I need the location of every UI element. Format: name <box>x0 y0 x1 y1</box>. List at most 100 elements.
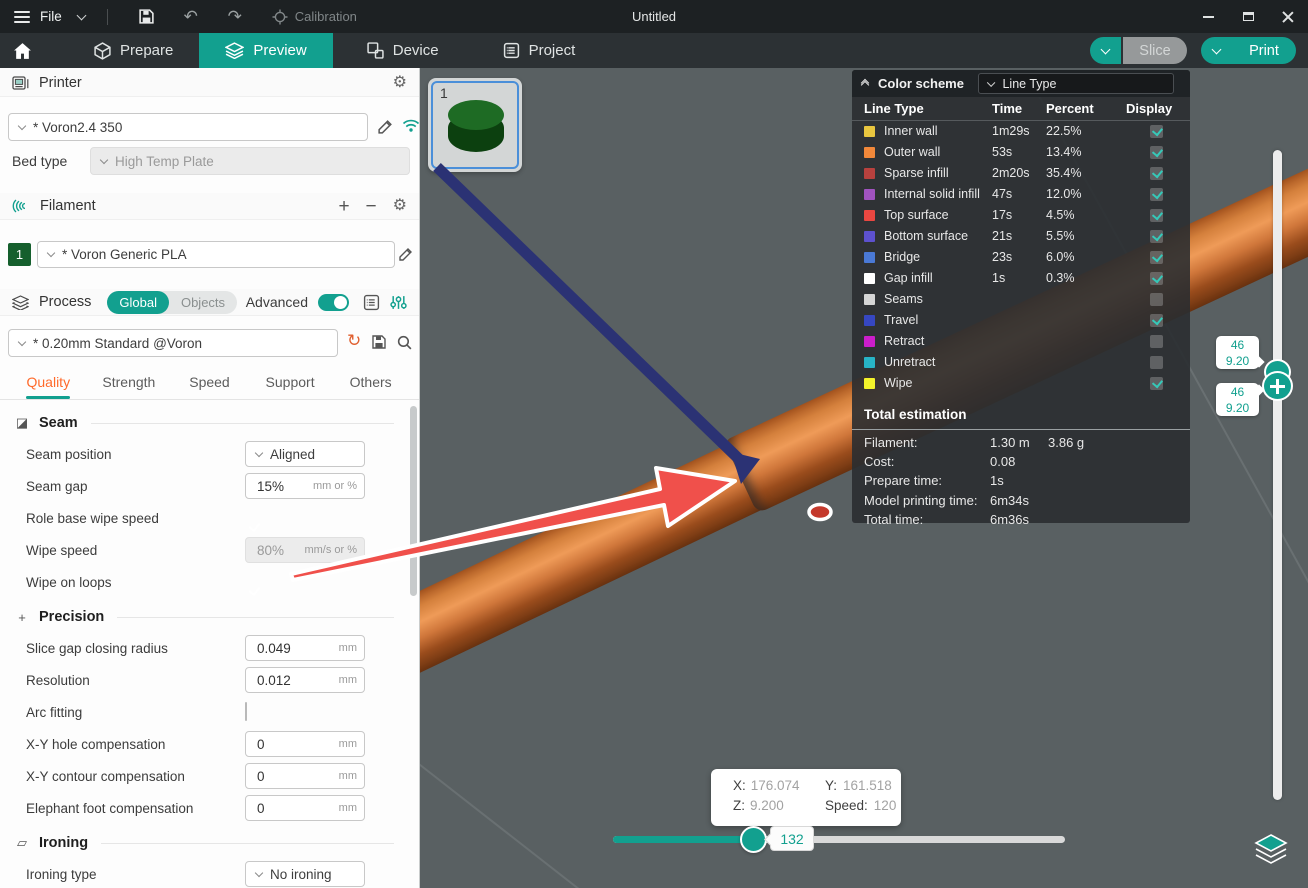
maximize-button[interactable] <box>1228 0 1268 33</box>
process-scope-toggle: Global Objects <box>107 291 237 314</box>
slice-dropdown-button[interactable] <box>1090 37 1121 64</box>
param-row: X-Y hole compensation0mm <box>0 728 408 760</box>
param-input[interactable]: 0mm <box>245 731 365 757</box>
view-mode-dropdown[interactable]: Line Type <box>978 73 1174 94</box>
printer-preset-dropdown[interactable]: * Voron2.4 350 <box>8 113 368 141</box>
search-icon[interactable] <box>396 334 413 351</box>
param-dropdown[interactable]: Aligned <box>245 441 365 467</box>
save-button[interactable] <box>130 8 164 25</box>
param-checkbox[interactable] <box>245 702 247 721</box>
tab-project[interactable]: Project <box>477 33 602 68</box>
redo-button[interactable]: ↷ <box>218 8 252 25</box>
collapse-panel-icon[interactable] <box>862 80 868 88</box>
filament-settings-gear-icon[interactable]: ⚙ <box>393 198 407 214</box>
layers-view-button[interactable] <box>1252 833 1290 867</box>
tab-prepare[interactable]: Prepare <box>68 33 199 68</box>
param-label: X-Y contour compensation <box>26 769 185 784</box>
display-checkbox[interactable] <box>1150 146 1163 159</box>
param-input[interactable]: 0mm <box>245 763 365 789</box>
minimize-button[interactable] <box>1188 0 1228 33</box>
total-label: Cost: <box>864 454 894 469</box>
tab-preview[interactable]: Preview <box>199 33 332 68</box>
close-button[interactable] <box>1268 0 1308 33</box>
param-control: 15%mm or % <box>245 473 365 499</box>
param-input[interactable]: 0.012mm <box>245 667 365 693</box>
slice-button[interactable]: Slice <box>1123 37 1187 64</box>
add-filament-button[interactable]: + <box>338 197 349 216</box>
process-section-title: Process <box>39 294 91 310</box>
dropdown-value: No ironing <box>270 867 332 882</box>
bed-type-dropdown[interactable]: High Temp Plate <box>90 147 410 175</box>
printer-edit-button[interactable] <box>377 118 394 135</box>
time-value: 21s <box>992 229 1012 243</box>
filament-preset-dropdown[interactable]: * Voron Generic PLA <box>37 241 395 268</box>
print-dropdown-button[interactable] <box>1201 37 1232 64</box>
scope-global-button[interactable]: Global <box>107 291 169 314</box>
display-checkbox[interactable] <box>1150 377 1163 390</box>
display-checkbox[interactable] <box>1150 167 1163 180</box>
total-label: Total time: <box>864 512 923 527</box>
param-label: Resolution <box>26 673 90 688</box>
undo-button[interactable]: ↶ <box>174 8 208 25</box>
chevron-down-icon[interactable] <box>76 10 86 20</box>
filament-index-badge[interactable]: 1 <box>8 243 31 266</box>
calibration-button[interactable]: Calibration <box>272 9 357 25</box>
display-checkbox[interactable] <box>1150 356 1163 369</box>
input-unit: mm <box>339 642 357 654</box>
file-menu[interactable]: File <box>40 9 62 24</box>
param-control: 80%mm/s or % <box>245 537 365 563</box>
tune-parameters-icon[interactable] <box>390 294 407 311</box>
parameter-list-icon[interactable] <box>363 294 380 311</box>
move-slider-track[interactable]: 132 <box>613 836 1065 843</box>
move-slider-fill <box>613 836 753 843</box>
line-type-name: Internal solid infill <box>884 187 980 201</box>
color-swatch <box>864 231 875 242</box>
plate-thumbnail[interactable]: 1 <box>428 78 522 172</box>
preview-viewport[interactable]: 1 Color scheme Line Type Line Type Time … <box>420 68 1308 888</box>
param-input[interactable]: 15%mm or % <box>245 473 365 499</box>
advanced-toggle[interactable] <box>318 294 349 311</box>
display-checkbox[interactable] <box>1150 314 1163 327</box>
param-row: Arc fitting <box>0 696 408 728</box>
tab-device[interactable]: Device <box>341 33 465 68</box>
sidebar-scrollbar[interactable] <box>410 406 417 888</box>
display-checkbox[interactable] <box>1150 125 1163 138</box>
menu-icon[interactable] <box>14 11 30 23</box>
scrollbar-thumb[interactable] <box>410 406 417 596</box>
group-divider <box>91 423 394 424</box>
tab-others[interactable]: Others <box>330 374 411 399</box>
display-checkbox[interactable] <box>1150 251 1163 264</box>
display-checkbox[interactable] <box>1150 335 1163 348</box>
total-value: 0.08 <box>990 454 1015 469</box>
legend-row: Sparse infill2m20s35.4% <box>852 163 1190 184</box>
printer-settings-gear-icon[interactable]: ⚙ <box>393 75 407 91</box>
printer-connection-wifi-icon[interactable] <box>402 118 420 133</box>
legend-row: Gap infill1s0.3% <box>852 268 1190 289</box>
layer-slider-track[interactable] <box>1273 150 1282 800</box>
param-dropdown[interactable]: No ironing <box>245 861 365 887</box>
display-checkbox[interactable] <box>1150 188 1163 201</box>
print-button[interactable]: Print <box>1232 37 1296 64</box>
home-button[interactable] <box>0 33 44 68</box>
move-slider-thumb[interactable] <box>740 826 767 853</box>
input-unit: mm <box>339 770 357 782</box>
tab-strength[interactable]: Strength <box>89 374 170 399</box>
process-preset-dropdown[interactable]: * 0.20mm Standard @Voron <box>8 329 338 357</box>
filament-edit-button[interactable] <box>398 246 414 262</box>
display-checkbox[interactable] <box>1150 272 1163 285</box>
tab-support[interactable]: Support <box>250 374 331 399</box>
tab-speed[interactable]: Speed <box>169 374 250 399</box>
display-checkbox[interactable] <box>1150 230 1163 243</box>
color-swatch <box>864 357 875 368</box>
reset-preset-icon[interactable]: ↻ <box>347 331 361 351</box>
param-input[interactable]: 0mm <box>245 795 365 821</box>
layer-slider-lower-handle[interactable] <box>1262 371 1293 401</box>
save-preset-icon[interactable] <box>371 334 387 350</box>
display-checkbox[interactable] <box>1150 293 1163 306</box>
scope-objects-button[interactable]: Objects <box>169 291 237 314</box>
tab-quality[interactable]: Quality <box>8 374 89 399</box>
remove-filament-button[interactable]: − <box>366 197 377 216</box>
percent-value: 6.0% <box>1046 250 1075 264</box>
display-checkbox[interactable] <box>1150 209 1163 222</box>
param-input[interactable]: 0.049mm <box>245 635 365 661</box>
